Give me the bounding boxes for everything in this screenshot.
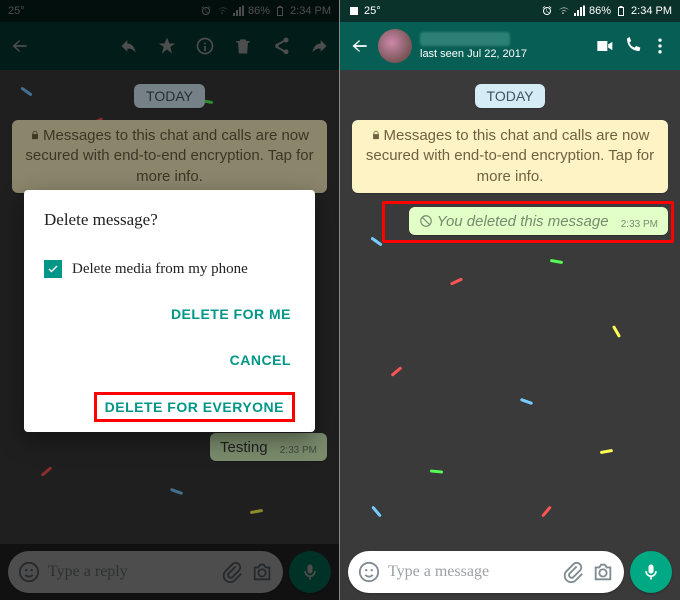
delete-for-everyone-button[interactable]: DELETE FOR EVERYONE: [94, 392, 295, 422]
blocked-icon: [419, 214, 433, 228]
attach-icon[interactable]: [562, 561, 584, 583]
image-indicator-icon: [348, 5, 360, 17]
encryption-text: Messages to this chat and calls are now …: [366, 127, 654, 185]
signal-icon: [573, 5, 585, 17]
temp-indicator: 25°: [364, 5, 381, 17]
contact-info[interactable]: last seen Jul 22, 2017: [420, 32, 586, 60]
input-placeholder: Type a message: [388, 563, 554, 581]
chat-header[interactable]: last seen Jul 22, 2017: [340, 22, 680, 70]
battery-icon: [615, 5, 627, 17]
back-icon[interactable]: [350, 36, 370, 56]
delete-media-checkbox[interactable]: Delete media from my phone: [44, 260, 295, 278]
avatar[interactable]: [378, 29, 412, 63]
mic-button[interactable]: [630, 551, 672, 593]
deleted-message-bubble[interactable]: You deleted this message 2:33 PM: [409, 207, 668, 235]
wifi-icon: [557, 5, 569, 17]
last-seen: last seen Jul 22, 2017: [420, 48, 586, 60]
deleted-text: You deleted this message: [437, 213, 609, 230]
dialog-title: Delete message?: [44, 210, 295, 230]
camera-icon[interactable]: [592, 561, 614, 583]
cancel-button[interactable]: CANCEL: [226, 346, 295, 374]
mic-icon: [641, 562, 661, 582]
message-input[interactable]: Type a message: [348, 551, 624, 593]
delete-dialog: Delete message? Delete media from my pho…: [24, 190, 315, 432]
delete-for-me-button[interactable]: DELETE FOR ME: [167, 300, 295, 328]
clock-time: 2:34 PM: [631, 5, 672, 17]
date-separator: TODAY: [475, 84, 546, 108]
composer-bar: Type a message: [340, 544, 680, 600]
checkbox-label: Delete media from my phone: [72, 261, 248, 278]
battery-pct: 86%: [589, 5, 611, 17]
emoji-icon[interactable]: [358, 561, 380, 583]
more-icon[interactable]: [650, 36, 670, 56]
message-time: 2:33 PM: [621, 219, 658, 230]
videocall-icon[interactable]: [594, 36, 614, 56]
call-icon[interactable]: [622, 36, 642, 56]
encryption-notice[interactable]: Messages to this chat and calls are now …: [352, 120, 668, 193]
alarm-icon: [541, 5, 553, 17]
contact-name: [420, 32, 510, 46]
lock-icon: [371, 130, 381, 140]
chat-area[interactable]: TODAY Messages to this chat and calls ar…: [340, 70, 680, 544]
checkbox-icon: [44, 260, 62, 278]
status-bar: 25° 86% 2:34 PM: [340, 0, 680, 22]
